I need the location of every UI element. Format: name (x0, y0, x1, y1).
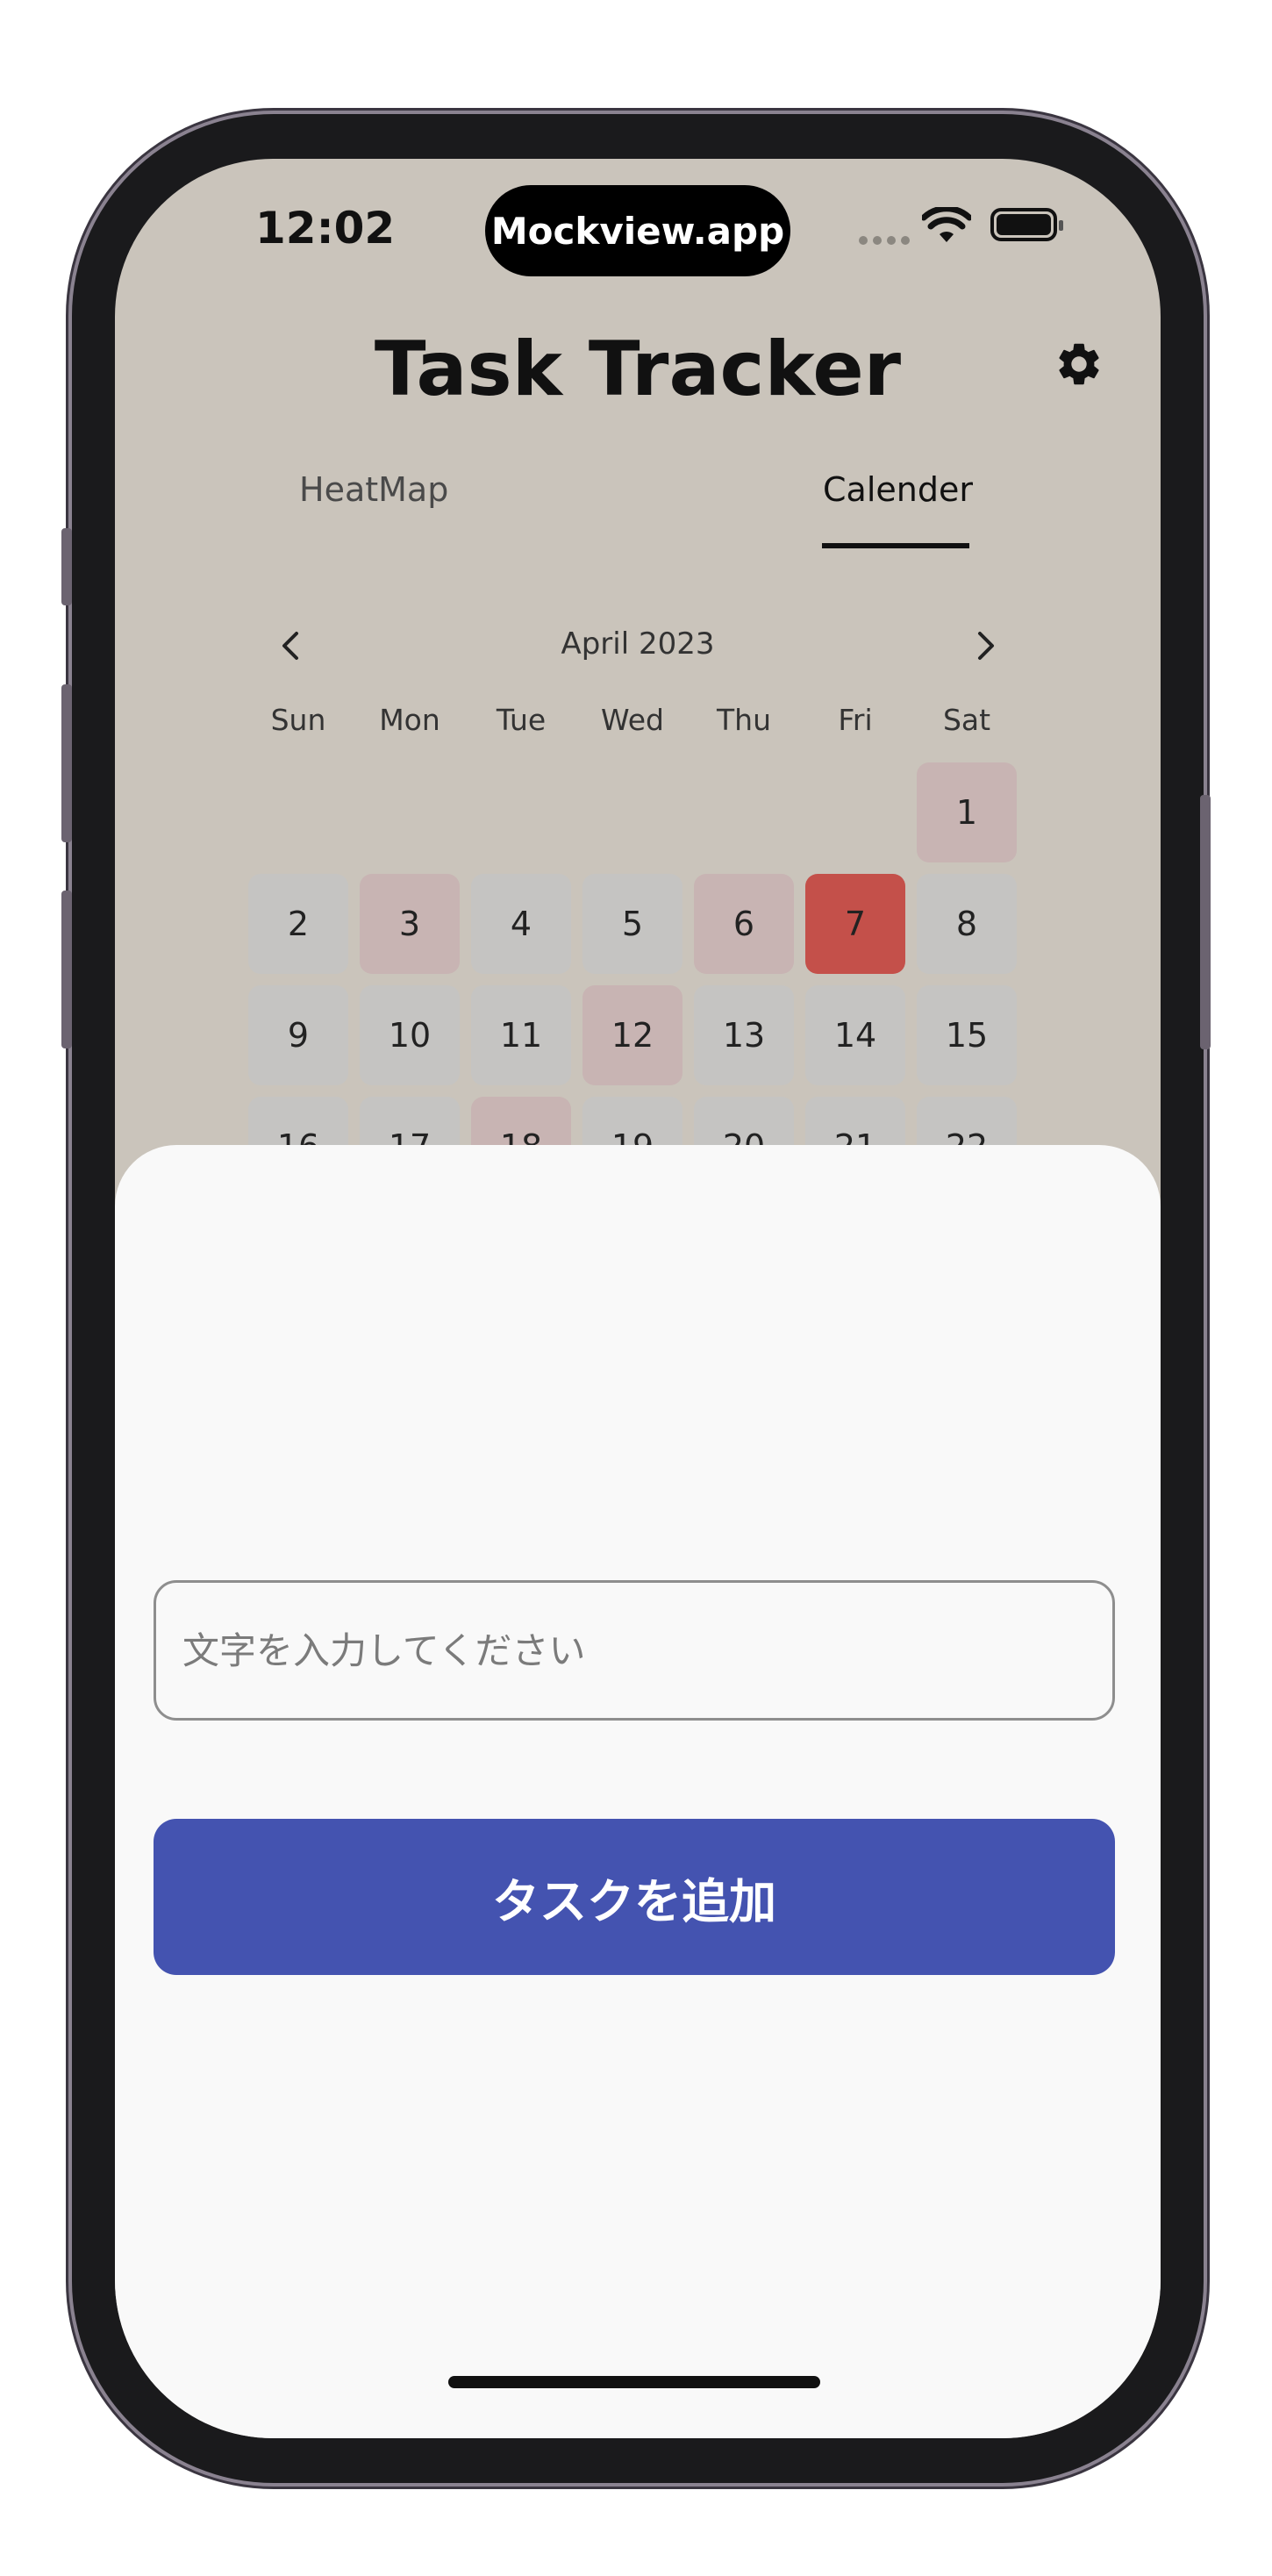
weekday-sun: Sun (270, 703, 326, 737)
gear-icon[interactable] (1054, 339, 1104, 390)
calendar-day-10[interactable]: 10 (360, 985, 460, 1085)
dynamic-island: Mockview.app (485, 185, 790, 276)
calendar-day-13[interactable]: 13 (694, 985, 794, 1085)
volume-up-button (61, 684, 72, 842)
calendar-day-6[interactable]: 6 (694, 874, 794, 974)
tab-calendar[interactable]: Calender (823, 470, 973, 509)
calendar-day-5[interactable]: 5 (582, 874, 682, 974)
calendar-day-8[interactable]: 8 (917, 874, 1017, 974)
bottom-sheet: タスクを追加 (115, 1145, 1161, 2438)
action-button (61, 528, 72, 605)
tab-selected-indicator (822, 543, 969, 548)
volume-down-button (61, 891, 72, 1048)
tab-heatmap[interactable]: HeatMap (299, 470, 448, 509)
calendar-day-2[interactable]: 2 (248, 874, 348, 974)
chevron-right-icon[interactable] (968, 628, 1003, 663)
home-indicator (448, 2376, 820, 2388)
weekday-mon: Mon (379, 703, 440, 737)
app-screen: 12:02 Mockview.app Task Tracker HeatMap … (115, 159, 1161, 2438)
task-text-input[interactable] (154, 1580, 1115, 1721)
cellular-signal-icon (859, 236, 910, 245)
weekday-wed: Wed (601, 703, 664, 737)
calendar-day-15[interactable]: 15 (917, 985, 1017, 1085)
power-button (1200, 795, 1211, 1049)
page-title: Task Tracker (374, 326, 902, 413)
status-time: 12:02 (255, 203, 396, 254)
calendar-day-14[interactable]: 14 (805, 985, 905, 1085)
weekday-thu: Thu (717, 703, 771, 737)
month-label: April 2023 (561, 626, 715, 662)
calendar-day-11[interactable]: 11 (471, 985, 571, 1085)
battery-icon (990, 208, 1063, 241)
calendar-day-7[interactable]: 7 (805, 874, 905, 974)
wifi-icon (922, 207, 971, 242)
calendar-day-9[interactable]: 9 (248, 985, 348, 1085)
calendar-day-3[interactable]: 3 (360, 874, 460, 974)
calendar-day-12[interactable]: 12 (582, 985, 682, 1085)
weekday-fri: Fri (838, 703, 873, 737)
calendar-day-1[interactable]: 1 (917, 762, 1017, 862)
add-task-button[interactable]: タスクを追加 (154, 1819, 1115, 1975)
weekday-sat: Sat (942, 703, 991, 737)
weekday-tue: Tue (496, 703, 547, 737)
calendar-day-4[interactable]: 4 (471, 874, 571, 974)
